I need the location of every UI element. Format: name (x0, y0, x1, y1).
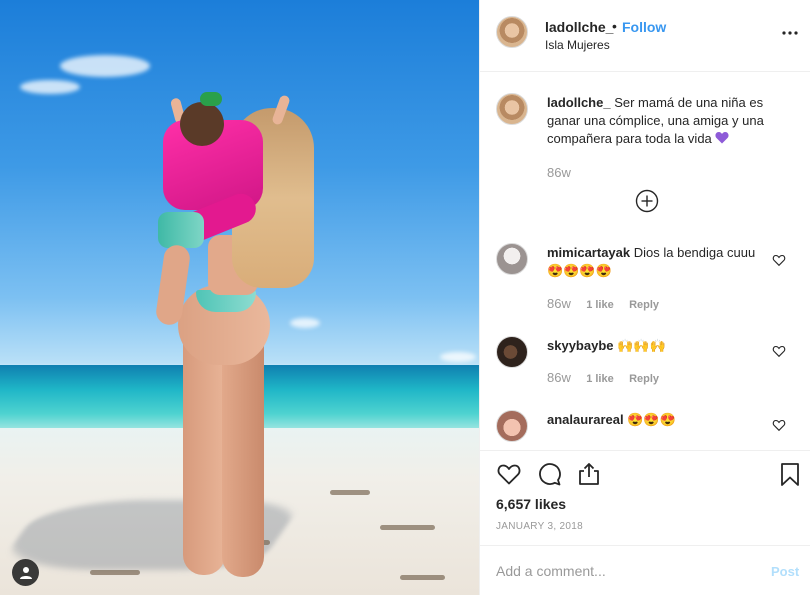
separator-dot: • (612, 18, 617, 34)
seaweed (400, 575, 445, 580)
caption: ladollche_ Ser mamá de una niña es ganar… (547, 94, 792, 148)
post-actions: 6,657 likes January 3, 2018 (480, 450, 810, 545)
avatar[interactable] (496, 243, 528, 275)
bookmark-icon[interactable] (777, 461, 803, 487)
reply-button[interactable]: Reply (629, 373, 659, 385)
reply-button[interactable]: Reply (629, 299, 659, 311)
comment-input[interactable] (496, 563, 746, 579)
comment-likes[interactable]: 1 like (586, 299, 614, 311)
likes-count[interactable]: 6,657 likes (496, 496, 566, 512)
comment-meta: 86w 1 like Reply (547, 370, 659, 385)
comment-like-heart-icon[interactable] (772, 418, 786, 432)
comment-like-heart-icon[interactable] (772, 344, 786, 358)
ellipsis-icon[interactable] (780, 23, 800, 43)
post-comment-button[interactable]: Post (771, 564, 799, 579)
seaweed (330, 490, 370, 495)
cloud (290, 318, 320, 328)
comment-username[interactable]: analaurareal (547, 412, 624, 427)
post-username[interactable]: ladollche_ (545, 19, 613, 35)
avatar[interactable] (496, 410, 528, 442)
comment-body: mimicartayak Dios la bendiga cuuu 😍😍😍😍 (547, 244, 762, 280)
comment-likes[interactable]: 1 like (586, 373, 614, 385)
cloud (60, 55, 150, 77)
child-head (180, 102, 224, 146)
comment-time[interactable]: 86w (547, 296, 571, 311)
post-location[interactable]: Isla Mujeres (545, 38, 610, 52)
post-side-panel: ladollche_ • Follow Isla Mujeres ladollc… (479, 0, 810, 595)
purple-heart-icon (715, 132, 729, 144)
share-icon[interactable] (576, 461, 602, 487)
comment-username[interactable]: skyybaybe (547, 338, 614, 353)
post-photo[interactable] (0, 0, 479, 595)
comments-list[interactable]: ladollche_ Ser mamá de una niña es ganar… (480, 73, 810, 450)
comment-text: 🙌🙌🙌 (617, 338, 666, 353)
comment-text: 😍😍😍 (627, 412, 676, 427)
seaweed (380, 525, 435, 530)
comment-meta: 86w 1 like Reply (547, 296, 659, 311)
caption-meta: 86w (547, 165, 571, 180)
comment-like-heart-icon[interactable] (772, 253, 786, 267)
avatar[interactable] (496, 93, 528, 125)
child-bow (200, 92, 222, 106)
comment-body: analaurareal 😍😍😍 (547, 411, 762, 429)
cloud (20, 80, 80, 94)
comment-body: skyybaybe 🙌🙌🙌 (547, 337, 762, 355)
caption-time[interactable]: 86w (547, 165, 571, 180)
cloud (440, 352, 476, 362)
plus-circle-icon[interactable] (635, 189, 659, 213)
avatar[interactable] (496, 16, 528, 48)
user-icon (19, 566, 32, 579)
post-header: ladollche_ • Follow Isla Mujeres (480, 0, 810, 72)
user-tag-button[interactable] (12, 559, 39, 586)
comment-username[interactable]: mimicartayak (547, 245, 630, 260)
child-shorts (158, 212, 204, 248)
seaweed (90, 570, 140, 575)
heart-icon[interactable] (496, 461, 522, 487)
comment-icon[interactable] (536, 461, 562, 487)
add-comment-bar: Post (480, 545, 810, 595)
avatar[interactable] (496, 336, 528, 368)
comment-time[interactable]: 86w (547, 370, 571, 385)
post-date[interactable]: January 3, 2018 (496, 521, 583, 532)
caption-username[interactable]: ladollche_ (547, 95, 611, 110)
follow-button[interactable]: Follow (622, 19, 666, 35)
